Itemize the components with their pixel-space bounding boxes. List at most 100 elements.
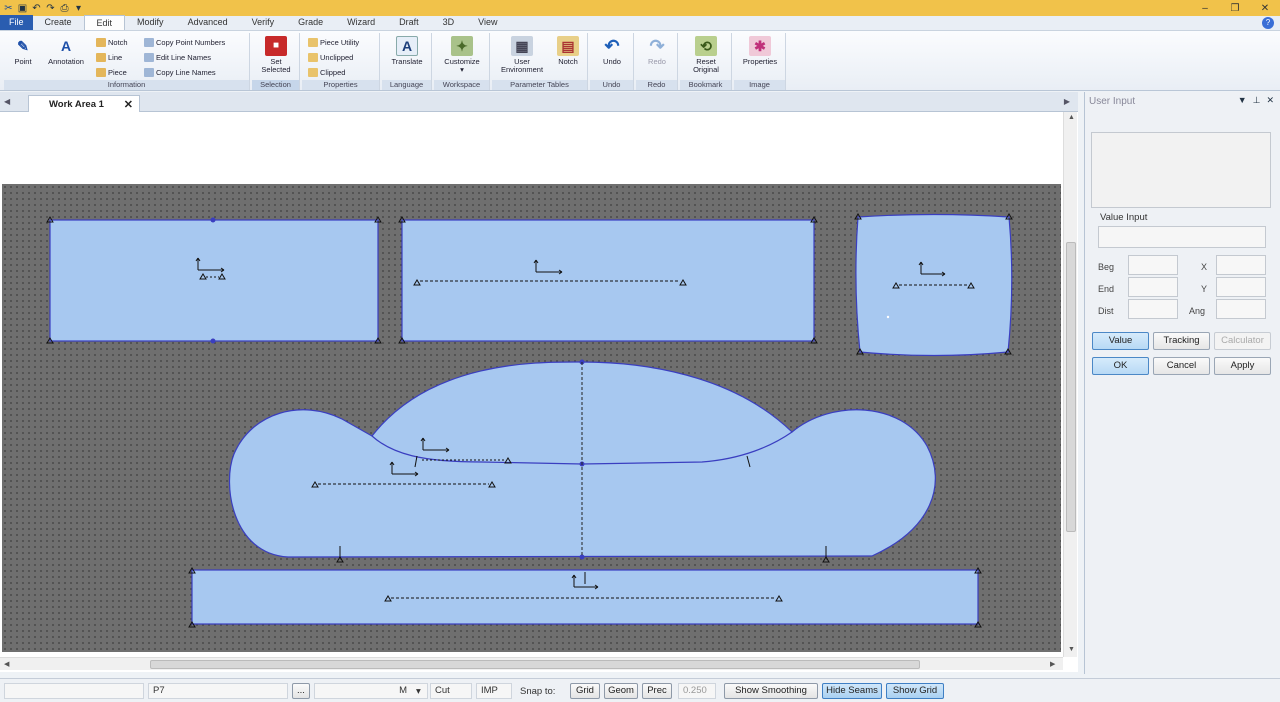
reset-original-button[interactable]: ⟲ Reset Original xyxy=(684,36,728,74)
unit-dropdown-icon[interactable]: ▾ xyxy=(416,686,421,697)
piece-button[interactable]: Piece xyxy=(96,68,127,77)
show-grid-button[interactable]: Show Grid xyxy=(886,683,944,699)
pattern-piece-5[interactable] xyxy=(188,567,982,628)
save-icon[interactable]: ▣ xyxy=(17,3,28,14)
unit-select[interactable]: M xyxy=(314,683,428,699)
tab-scroll-left-icon[interactable]: ◀ xyxy=(4,97,10,106)
line-label: Line xyxy=(108,53,123,62)
redo-icon: ↷ xyxy=(649,36,665,56)
horizontal-scroll-thumb[interactable] xyxy=(150,660,920,669)
piece-utility-button[interactable]: Piece Utility xyxy=(308,38,359,47)
undo-icon[interactable]: ↶ xyxy=(31,3,42,14)
point-button[interactable]: ✎ Point xyxy=(10,36,36,66)
group-label-properties: Properties xyxy=(302,80,379,90)
scroll-down-icon[interactable]: ▼ xyxy=(1068,646,1075,653)
show-smoothing-button[interactable]: Show Smoothing xyxy=(724,683,818,699)
snap-grid-button[interactable]: Grid xyxy=(570,683,600,699)
snap-geom-button[interactable]: Geom xyxy=(604,683,638,699)
help-icon[interactable]: ? xyxy=(1262,17,1274,29)
line-icon xyxy=(96,53,106,62)
work-area[interactable]: ▲ ▼ ◀ ▶ xyxy=(0,112,1078,672)
vertical-scrollbar[interactable]: ▲ ▼ xyxy=(1063,112,1077,657)
hide-seams-button[interactable]: Hide Seams xyxy=(822,683,882,699)
scroll-right-icon[interactable]: ▶ xyxy=(1050,660,1055,668)
minimize-button[interactable]: – xyxy=(1198,3,1212,14)
scroll-up-icon[interactable]: ▲ xyxy=(1068,114,1075,121)
x-field[interactable] xyxy=(1216,255,1266,275)
ang-field[interactable] xyxy=(1216,299,1266,319)
drawing-canvas[interactable] xyxy=(2,184,1061,652)
pin-icon[interactable]: ⊥ xyxy=(1253,95,1261,106)
calculator-button[interactable]: Calculator xyxy=(1214,332,1271,350)
scroll-left-icon[interactable]: ◀ xyxy=(4,660,9,668)
tab-draft[interactable]: Draft xyxy=(387,15,431,30)
close-button[interactable]: ✕ xyxy=(1258,3,1272,14)
tab-modify[interactable]: Modify xyxy=(125,15,176,30)
line-button[interactable]: Line xyxy=(96,53,122,62)
tracking-button[interactable]: Tracking xyxy=(1153,332,1210,350)
user-environment-label-2: Environment xyxy=(500,65,544,74)
panel-close-icon[interactable]: ✕ xyxy=(1266,95,1274,106)
tab-work-area-1[interactable]: Work Area 1 ✕ xyxy=(28,95,140,112)
qat-dropdown-icon[interactable]: ▾ xyxy=(73,3,84,14)
vertical-scroll-thumb[interactable] xyxy=(1066,242,1076,532)
group-information: ✎ Point A Annotation Notch Line Piece Co… xyxy=(4,33,250,90)
set-selected-button[interactable]: ■ Set Selected xyxy=(258,36,294,74)
beg-field[interactable] xyxy=(1128,255,1178,275)
group-label-language: Language xyxy=(382,80,431,90)
tab-wizard[interactable]: Wizard xyxy=(335,15,387,30)
notch-table-button[interactable]: ▤ Notch xyxy=(552,36,584,66)
redo-button[interactable]: ↷ Redo xyxy=(641,36,673,66)
value-input-field[interactable] xyxy=(1098,226,1266,248)
snap-prec-button[interactable]: Prec xyxy=(642,683,672,699)
tab-grade[interactable]: Grade xyxy=(286,15,335,30)
ok-button[interactable]: OK xyxy=(1092,357,1149,375)
tab-file[interactable]: File xyxy=(0,15,33,30)
undo-button[interactable]: ↶ Undo xyxy=(596,36,628,66)
copy-point-numbers-label: Copy Point Numbers xyxy=(156,38,226,47)
tab-3d[interactable]: 3D xyxy=(431,15,467,30)
y-field[interactable] xyxy=(1216,277,1266,297)
value-button[interactable]: Value xyxy=(1092,332,1149,350)
pattern-piece-3[interactable] xyxy=(854,213,1013,357)
copy-line-names-button[interactable]: Copy Line Names xyxy=(144,68,216,77)
pattern-piece-4[interactable] xyxy=(228,359,936,563)
pattern-piece-2[interactable] xyxy=(398,216,818,344)
redo-icon[interactable]: ↷ xyxy=(45,3,56,14)
group-properties: Piece Utility Unclipped Clipped Properti… xyxy=(302,33,380,90)
unclipped-button[interactable]: Unclipped xyxy=(308,53,353,62)
translate-button[interactable]: A Translate xyxy=(386,36,428,66)
annotation-button[interactable]: A Annotation xyxy=(40,36,92,66)
tab-create[interactable]: Create xyxy=(33,15,84,30)
browse-button[interactable]: ... xyxy=(292,683,310,699)
clipped-icon xyxy=(308,68,318,77)
notch-button[interactable]: Notch xyxy=(96,38,128,47)
apply-button[interactable]: Apply xyxy=(1214,357,1271,375)
edit-line-names-button[interactable]: Edit Line Names xyxy=(144,53,211,62)
tab-verify[interactable]: Verify xyxy=(240,15,287,30)
group-label-information: Information xyxy=(4,80,249,90)
dist-field[interactable] xyxy=(1128,299,1178,319)
tab-advanced[interactable]: Advanced xyxy=(176,15,240,30)
properties-button[interactable]: ✱ Properties xyxy=(737,36,783,66)
print-icon[interactable]: ⎙ xyxy=(59,3,70,14)
input-preview-area xyxy=(1091,132,1271,208)
restore-button[interactable]: ❐ xyxy=(1228,3,1242,14)
piece-id-field: P7 xyxy=(148,683,288,699)
panel-menu-icon[interactable]: ▼ xyxy=(1238,95,1247,106)
pattern-piece-1[interactable] xyxy=(46,216,382,344)
close-tab-icon[interactable]: ✕ xyxy=(124,98,133,111)
user-input-panel: User Input ▼ ⊥ ✕ Value Input Beg End Dis… xyxy=(1084,92,1280,674)
tab-scroll-right-icon[interactable]: ▶ xyxy=(1064,97,1070,106)
annotation-label: Annotation xyxy=(48,57,84,66)
tab-view[interactable]: View xyxy=(466,15,509,30)
horizontal-scrollbar[interactable]: ◀ ▶ xyxy=(0,657,1063,670)
user-environment-button[interactable]: ▦ User Environment xyxy=(494,36,550,74)
clipped-button[interactable]: Clipped xyxy=(308,68,345,77)
customize-button[interactable]: ✦ Customize ▾ xyxy=(438,36,486,74)
tab-edit[interactable]: Edit xyxy=(83,15,126,30)
cancel-button[interactable]: Cancel xyxy=(1153,357,1210,375)
end-field[interactable] xyxy=(1128,277,1178,297)
precision-field[interactable]: 0.250 xyxy=(678,683,716,699)
copy-point-numbers-button[interactable]: Copy Point Numbers xyxy=(144,38,225,47)
